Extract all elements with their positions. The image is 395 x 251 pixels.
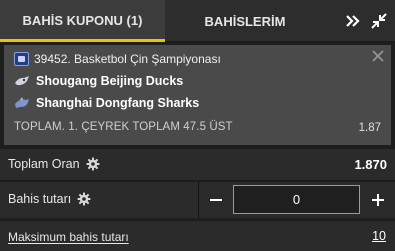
stake-input[interactable] bbox=[233, 185, 360, 214]
double-chevron-right-icon[interactable] bbox=[342, 11, 364, 31]
gear-icon[interactable] bbox=[86, 157, 100, 171]
league-row: 39452. Basketbol Çin Şampiyonası bbox=[14, 52, 221, 66]
selection-odd: 1.87 bbox=[358, 122, 381, 134]
max-stake-label[interactable]: Maksimum bahis tutarı bbox=[8, 230, 129, 244]
stake-stepper bbox=[198, 182, 395, 218]
bet-selection-card: 39452. Basketbol Çin Şampiyonası Shougan… bbox=[4, 45, 391, 145]
team-logo-icon bbox=[15, 76, 29, 86]
home-team-row: Shougang Beijing Ducks bbox=[14, 74, 183, 88]
collapse-arrows-icon[interactable] bbox=[368, 11, 390, 31]
stake-label: Bahis tutarı bbox=[8, 192, 72, 206]
increase-stake-button[interactable] bbox=[361, 182, 395, 218]
home-team-name: Shougang Beijing Ducks bbox=[36, 74, 184, 88]
max-stake-value[interactable]: 10 bbox=[372, 229, 386, 243]
close-icon[interactable] bbox=[371, 49, 385, 63]
plus-icon bbox=[372, 194, 384, 206]
gear-icon[interactable] bbox=[77, 192, 91, 206]
basketball-league-icon bbox=[14, 52, 29, 66]
away-team-name: Shanghai Dongfang Sharks bbox=[36, 96, 200, 110]
league-name: 39452. Basketbol Çin Şampiyonası bbox=[34, 52, 221, 66]
team-logo-icon bbox=[15, 97, 29, 108]
total-odds-row: Toplam Oran 1.870 bbox=[0, 149, 395, 181]
total-odds-value: 1.870 bbox=[354, 157, 387, 172]
betslip-tabs: BAHİS KUPONU (1) BAHİSLERİM bbox=[0, 0, 395, 42]
tab-bet-slip[interactable]: BAHİS KUPONU (1) bbox=[0, 0, 165, 42]
minus-icon bbox=[210, 199, 222, 201]
away-team-row: Shanghai Dongfang Sharks bbox=[14, 96, 199, 110]
total-odds-label: Toplam Oran bbox=[8, 157, 80, 171]
max-stake-row: Maksimum bahis tutarı 10 bbox=[0, 220, 395, 251]
decrease-stake-button[interactable] bbox=[199, 182, 233, 218]
tab-my-bets[interactable]: BAHİSLERİM bbox=[165, 0, 325, 42]
market-label: TOPLAM. 1. ÇEYREK TOPLAM 47.5 ÜST bbox=[14, 121, 233, 133]
stake-row: Bahis tutarı bbox=[0, 182, 395, 218]
